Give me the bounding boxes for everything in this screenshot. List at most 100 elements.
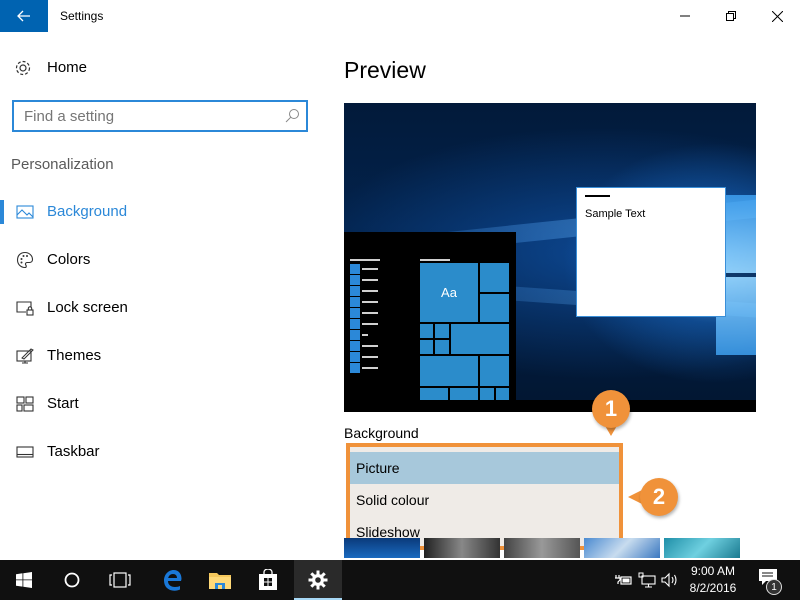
search-input[interactable] xyxy=(14,102,284,130)
picture-thumbnail[interactable] xyxy=(664,538,740,558)
sidebar-item-label: Background xyxy=(47,203,128,220)
gear-icon xyxy=(15,60,31,76)
restore-icon xyxy=(726,11,736,21)
store-button[interactable] xyxy=(244,560,292,600)
minimize-button[interactable] xyxy=(662,0,708,32)
picture-thumbnail[interactable] xyxy=(424,538,500,558)
action-center-button[interactable]: 1 xyxy=(752,566,788,596)
power-plug-icon[interactable] xyxy=(614,572,632,588)
clock[interactable]: 9:00 AM 8/2/2016 xyxy=(684,563,742,597)
search-box[interactable] xyxy=(12,100,308,132)
sidebar-item-label: Colors xyxy=(47,251,91,268)
sidebar-item-label: Start xyxy=(47,395,79,412)
dropdown-option-label: Picture xyxy=(356,460,400,476)
active-indicator xyxy=(0,200,4,224)
sidebar-item-lock-screen[interactable]: Lock screen xyxy=(0,288,320,328)
close-icon xyxy=(771,10,783,22)
sidebar-item-taskbar[interactable]: Taskbar xyxy=(0,432,320,472)
app-list-icon xyxy=(350,286,360,296)
dropdown-option-label: Solid colour xyxy=(356,492,430,508)
tile xyxy=(420,324,433,338)
file-explorer-button[interactable] xyxy=(196,560,244,600)
picture-thumbnail[interactable] xyxy=(344,538,420,558)
back-button[interactable] xyxy=(0,0,48,32)
dropdown-option-picture[interactable]: Picture xyxy=(350,452,619,484)
sample-window: Sample Text xyxy=(576,187,726,317)
minimize-icon xyxy=(680,15,690,17)
settings-window: Settings Home Personalization Background xyxy=(0,0,800,600)
sample-window-titlebar xyxy=(585,195,610,197)
network-icon[interactable] xyxy=(638,572,656,588)
store-bag-icon xyxy=(259,569,277,590)
background-preview: Sample Text Aa xyxy=(344,103,756,412)
close-button[interactable] xyxy=(754,0,800,32)
folder-icon xyxy=(209,573,231,589)
tile xyxy=(496,388,509,400)
clock-date: 8/2/2016 xyxy=(689,581,737,595)
task-view-button[interactable] xyxy=(96,560,144,600)
picture-thumbnail[interactable] xyxy=(504,538,580,558)
tile-large: Aa xyxy=(420,263,478,322)
callout-badge: 1 xyxy=(592,390,630,428)
themes-icon xyxy=(16,348,34,364)
app-list-label xyxy=(362,301,378,303)
home-label: Home xyxy=(47,59,88,76)
volume-icon[interactable] xyxy=(661,572,679,588)
app-list-icon xyxy=(350,330,360,340)
sidebar: Home Personalization Background Colors L… xyxy=(0,32,320,558)
clock-time: 9:00 AM xyxy=(690,564,736,578)
sidebar-item-colors[interactable]: Colors xyxy=(0,240,320,280)
tile xyxy=(435,340,449,354)
app-list-label xyxy=(362,367,378,369)
start-menu-preview: Aa xyxy=(344,232,516,412)
lock-screen-icon xyxy=(16,301,34,316)
restore-button[interactable] xyxy=(708,0,754,32)
tile xyxy=(480,356,509,386)
app-list-label xyxy=(362,279,378,281)
app-list-label xyxy=(362,345,378,347)
gear-icon xyxy=(308,570,328,590)
app-list-icon xyxy=(350,363,360,373)
tile xyxy=(480,294,509,322)
tiles-header-line xyxy=(420,259,450,261)
tile xyxy=(480,263,509,292)
app-list-icon xyxy=(350,308,360,318)
page-title: Preview xyxy=(344,57,426,83)
sidebar-home[interactable]: Home xyxy=(0,50,320,86)
palette-icon xyxy=(16,251,34,269)
tile xyxy=(420,388,448,400)
app-list-label xyxy=(362,312,378,314)
app-list-label xyxy=(362,334,368,336)
background-dropdown[interactable]: Picture Solid colour Slideshow xyxy=(346,443,623,550)
app-list-icon xyxy=(350,297,360,307)
app-title: Settings xyxy=(60,9,104,23)
tile-label: Aa xyxy=(441,285,457,300)
tile xyxy=(435,324,449,338)
tile xyxy=(420,356,478,386)
background-label: Background xyxy=(344,425,419,441)
sidebar-item-start[interactable]: Start xyxy=(0,384,320,424)
settings-taskbar-button[interactable] xyxy=(294,560,342,600)
tile xyxy=(480,388,494,400)
sidebar-item-label: Themes xyxy=(47,347,102,364)
app-list-icon xyxy=(350,264,360,274)
dropdown-option-solid-colour[interactable]: Solid colour xyxy=(350,484,619,516)
start-button[interactable] xyxy=(0,560,48,600)
edge-button[interactable] xyxy=(148,560,196,600)
cortana-button[interactable] xyxy=(48,560,96,600)
section-title: Personalization xyxy=(11,156,114,173)
edge-browser-icon xyxy=(164,570,182,591)
cortana-circle-icon xyxy=(64,572,80,588)
sidebar-item-background[interactable]: Background xyxy=(0,192,320,232)
app-list-label xyxy=(362,268,378,270)
sidebar-item-label: Lock screen xyxy=(47,299,128,316)
sidebar-item-themes[interactable]: Themes xyxy=(0,336,320,376)
picture-thumbnail[interactable] xyxy=(584,538,660,558)
notification-count-badge: 1 xyxy=(766,579,782,595)
search-icon[interactable] xyxy=(284,108,300,124)
app-list-icon xyxy=(350,352,360,362)
start-tiles-icon xyxy=(16,396,34,412)
app-list-label xyxy=(362,356,378,358)
tile xyxy=(420,340,433,354)
sample-text: Sample Text xyxy=(585,208,646,220)
